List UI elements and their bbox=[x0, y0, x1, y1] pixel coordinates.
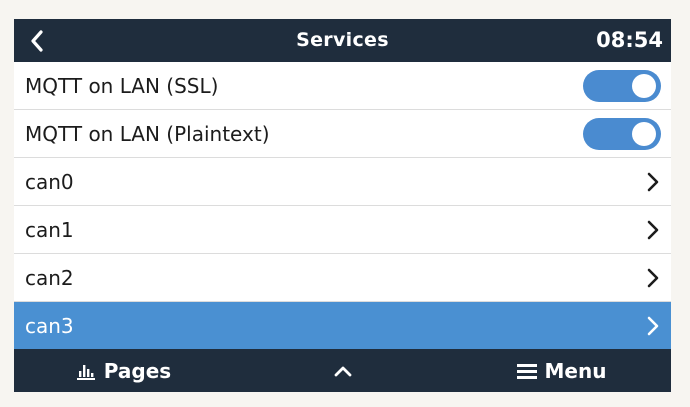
bar-chart-icon bbox=[76, 364, 95, 380]
list-item-label: can1 bbox=[25, 217, 74, 242]
list-item-can2[interactable]: can2 bbox=[14, 254, 671, 302]
services-list: MQTT on LAN (SSL) MQTT on LAN (Plaintext… bbox=[14, 62, 671, 350]
menu-label: Menu bbox=[544, 358, 607, 383]
list-item-label: can2 bbox=[25, 265, 74, 290]
clock: 08:54 bbox=[596, 28, 663, 52]
list-item-label: MQTT on LAN (SSL) bbox=[25, 73, 219, 98]
footer-bar: Pages Menu bbox=[14, 349, 671, 392]
pages-label: Pages bbox=[103, 358, 172, 383]
page-title: Services bbox=[296, 29, 389, 51]
pages-button[interactable]: Pages bbox=[14, 349, 233, 392]
list-item-mqtt-ssl[interactable]: MQTT on LAN (SSL) bbox=[14, 62, 671, 110]
list-item-can1[interactable]: can1 bbox=[14, 206, 671, 254]
toggle-knob bbox=[632, 73, 656, 98]
list-item-mqtt-plaintext[interactable]: MQTT on LAN (Plaintext) bbox=[14, 110, 671, 158]
chevron-up-icon bbox=[334, 366, 351, 376]
toggle-knob bbox=[632, 121, 656, 146]
services-screen: Services 08:54 MQTT on LAN (SSL) MQTT on… bbox=[14, 19, 671, 392]
scroll-up-button[interactable] bbox=[233, 349, 452, 392]
chevron-right-icon bbox=[645, 219, 661, 241]
list-item-can3[interactable]: can3 bbox=[14, 302, 671, 350]
list-item-label: MQTT on LAN (Plaintext) bbox=[25, 121, 270, 146]
mqtt-plaintext-toggle[interactable] bbox=[583, 117, 661, 150]
chevron-right-icon bbox=[645, 171, 661, 193]
chevron-right-icon bbox=[645, 315, 661, 337]
list-item-label: can3 bbox=[25, 313, 74, 338]
hamburger-icon bbox=[516, 363, 537, 379]
menu-button[interactable]: Menu bbox=[452, 349, 671, 392]
list-item-label: can0 bbox=[25, 169, 74, 194]
chevron-right-icon bbox=[645, 267, 661, 289]
list-item-can0[interactable]: can0 bbox=[14, 158, 671, 206]
mqtt-ssl-toggle[interactable] bbox=[583, 69, 661, 102]
header-bar: Services 08:54 bbox=[14, 19, 671, 62]
